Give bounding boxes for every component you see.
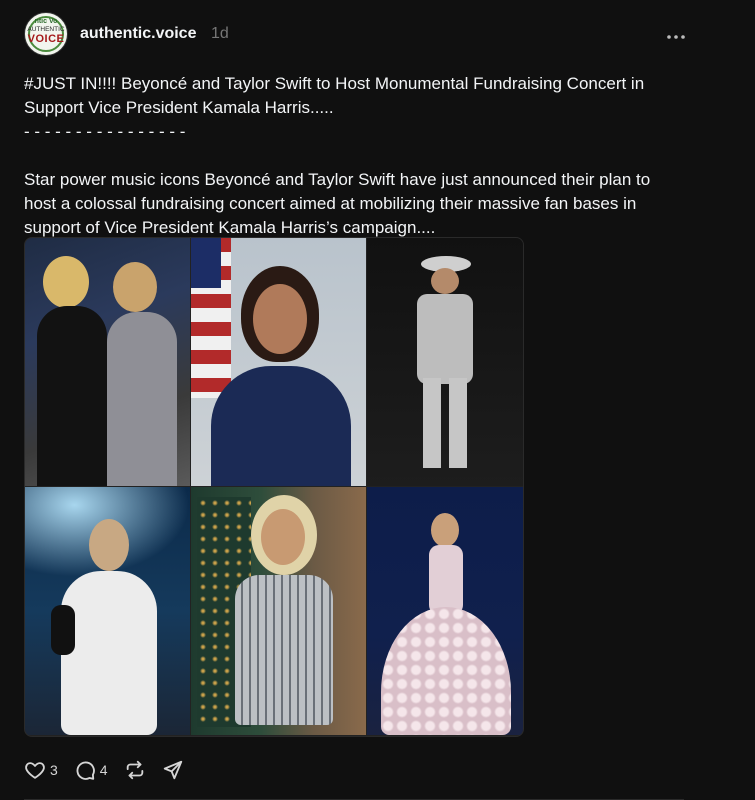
username[interactable]: authentic.voice	[80, 25, 196, 43]
timestamp[interactable]: 1d	[211, 25, 229, 43]
image-gallery	[24, 237, 524, 737]
repost-icon	[126, 760, 143, 780]
post-body: #JUST IN!!!! Beyoncé and Taylor Swift to…	[24, 72, 684, 240]
avatar-text-bottom: VOICE	[27, 33, 65, 45]
photo-performer-white-dress-stage[interactable]	[25, 487, 190, 735]
avatar[interactable]: ntic Vo AUTHENTIC VOICE	[24, 12, 68, 56]
photo-silver-outfit-cowboy-hat[interactable]	[367, 238, 523, 486]
photo-performer-floral-gown[interactable]	[367, 487, 523, 735]
more-options-icon[interactable]	[664, 22, 688, 46]
avatar-text-middle: AUTHENTIC	[27, 26, 65, 33]
post-card: ntic Vo AUTHENTIC VOICE authentic.voice …	[0, 0, 755, 800]
send-icon	[163, 760, 182, 780]
comment-icon	[76, 761, 95, 780]
reply-count: 4	[99, 762, 108, 778]
like-count: 3	[50, 762, 58, 778]
post-separator: - - - - - - - - - - - - - - - -	[24, 122, 186, 141]
photo-plaid-blazer-christmas-tree[interactable]	[191, 487, 366, 735]
post-headline: #JUST IN!!!! Beyoncé and Taylor Swift to…	[24, 74, 645, 117]
heart-icon	[25, 762, 45, 779]
avatar-text-top: ntic Vo	[34, 18, 58, 25]
photo-portrait-with-flag[interactable]	[191, 238, 366, 486]
post-text: Star power music icons Beyoncé and Taylo…	[24, 170, 651, 237]
repost-button[interactable]	[124, 759, 146, 781]
action-bar: 3 4	[24, 756, 200, 784]
photo-two-singers-red-carpet[interactable]	[25, 238, 190, 486]
share-button[interactable]	[162, 759, 184, 781]
like-button[interactable]: 3	[24, 759, 58, 781]
reply-button[interactable]: 4	[74, 759, 108, 781]
